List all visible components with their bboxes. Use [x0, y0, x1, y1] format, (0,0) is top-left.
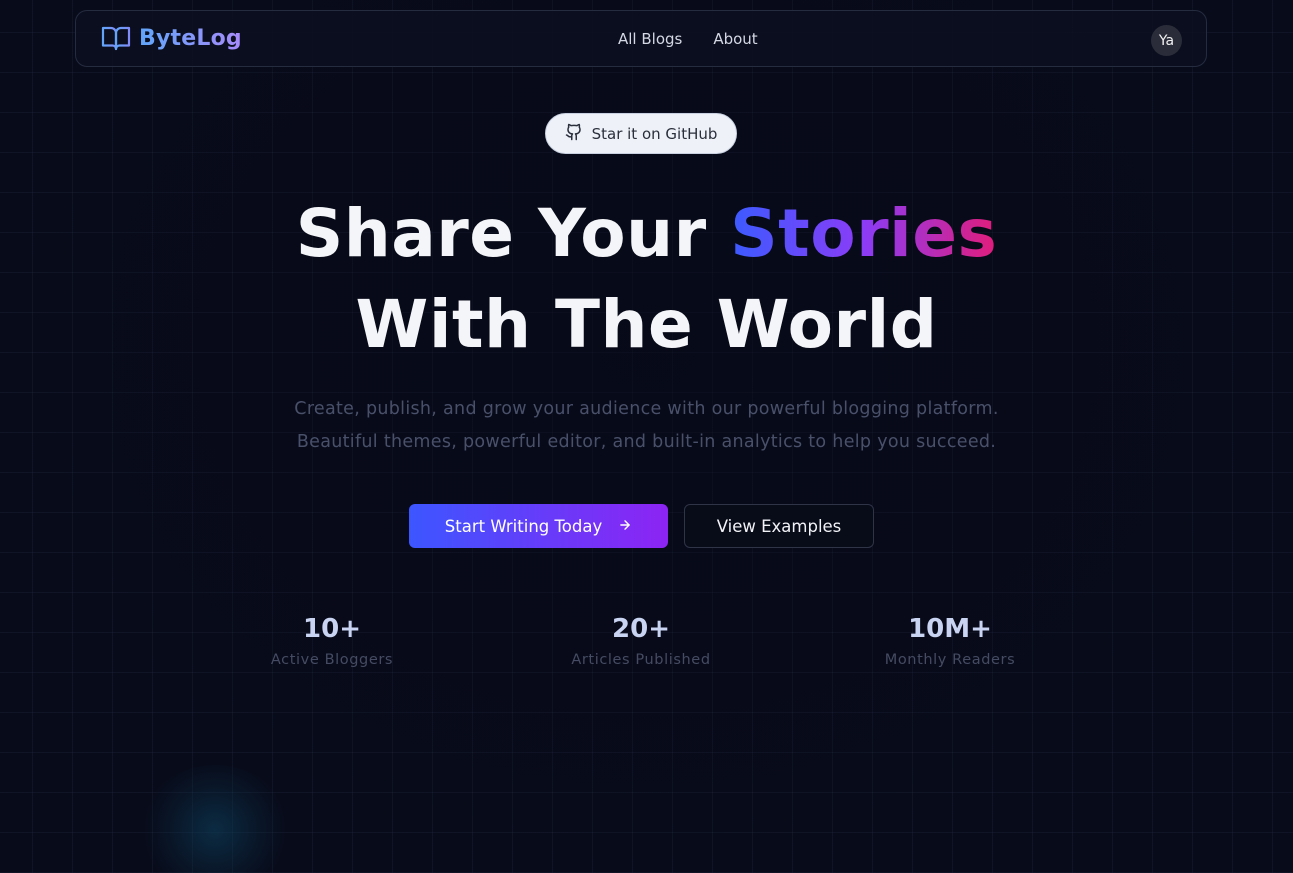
- subtitle-line1: Create, publish, and grow your audience …: [294, 399, 999, 419]
- start-writing-button[interactable]: Start Writing Today: [409, 504, 668, 548]
- brand-logo-link[interactable]: ByteLog: [101, 25, 242, 51]
- nav-link-about[interactable]: About: [713, 30, 757, 48]
- stat-value: 10+: [303, 614, 361, 644]
- stat-label: Articles Published: [571, 652, 711, 668]
- headline-part1: Share Your: [295, 195, 731, 272]
- stat-value: 20+: [612, 614, 670, 644]
- brand-name: ByteLog: [139, 25, 242, 51]
- book-open-icon: [101, 25, 131, 51]
- stat-articles-published: 20+ Articles Published: [521, 612, 761, 668]
- hero-subtitle: Create, publish, and grow your audience …: [0, 393, 1293, 459]
- stat-value: 10M+: [908, 614, 992, 644]
- stat-label: Monthly Readers: [884, 652, 1016, 668]
- start-writing-label: Start Writing Today: [444, 516, 603, 536]
- headline-highlight: Stories: [730, 195, 998, 272]
- navbar: ByteLog All Blogs About Ya: [75, 10, 1207, 67]
- arrow-right-icon: [618, 517, 632, 536]
- stat-active-bloggers: 10+ Active Bloggers: [212, 612, 452, 668]
- view-examples-button[interactable]: View Examples: [684, 504, 874, 548]
- stat-monthly-readers: 10M+ Monthly Readers: [830, 612, 1070, 668]
- github-icon: [565, 123, 583, 145]
- hero-headline: Share Your Stories With The World: [0, 188, 1293, 370]
- headline-line2: With The World: [355, 286, 938, 363]
- nav-link-all-blogs[interactable]: All Blogs: [618, 30, 682, 48]
- stat-label: Active Bloggers: [270, 652, 394, 668]
- nav-links: All Blogs About: [618, 30, 758, 48]
- github-star-label: Star it on GitHub: [591, 124, 718, 143]
- subtitle-line2: Beautiful themes, powerful editor, and b…: [296, 432, 997, 452]
- github-star-button[interactable]: Star it on GitHub: [545, 113, 737, 154]
- user-avatar[interactable]: Ya: [1151, 25, 1182, 56]
